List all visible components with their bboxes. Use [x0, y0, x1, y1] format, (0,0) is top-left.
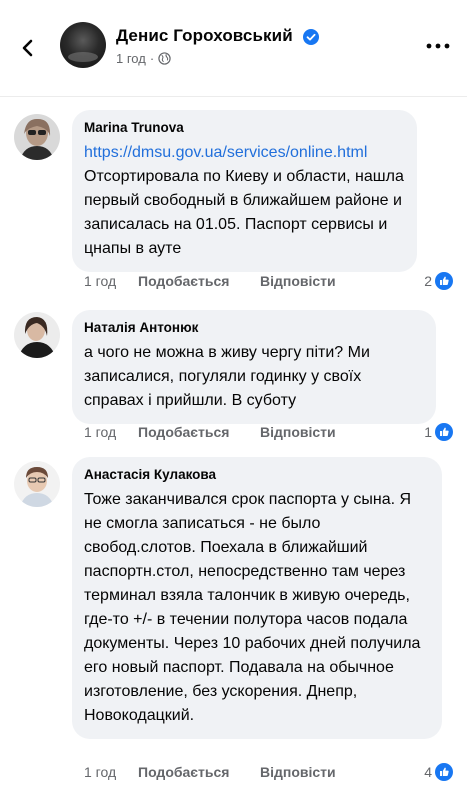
like-reaction-icon: [435, 763, 453, 781]
comment-text: Тоже заканчивался срок паспорта у сына. …: [84, 491, 421, 724]
reply-button[interactable]: Відповісти: [260, 764, 336, 780]
comment-actions: 1 год Подобається Відповісти: [84, 764, 336, 780]
avatar-image: [14, 312, 60, 358]
author-avatar[interactable]: [60, 22, 106, 68]
verified-badge-icon: [303, 29, 319, 45]
avatar-image: [14, 114, 60, 160]
meta-separator: ·: [149, 51, 155, 66]
reaction-count[interactable]: 1: [424, 423, 453, 441]
post-time[interactable]: 1 год: [116, 51, 146, 66]
comment-bubble: Marina Trunova https://dmsu.gov.ua/servi…: [72, 110, 417, 272]
comment-time[interactable]: 1 год: [84, 764, 138, 780]
reaction-count[interactable]: 2: [424, 272, 453, 290]
comment-author[interactable]: Наталія Антонюк: [84, 319, 423, 337]
reply-button[interactable]: Відповісти: [260, 424, 336, 440]
author-name[interactable]: Денис Гороховський: [116, 26, 293, 46]
comment-text: Отсортировала по Киеву и области, нашла …: [84, 168, 404, 257]
reaction-number: 4: [424, 764, 432, 780]
comment-actions: 1 год Подобається Відповісти: [84, 424, 336, 440]
post-meta: 1 год ·: [116, 51, 171, 66]
reaction-number: 2: [424, 273, 432, 289]
like-button[interactable]: Подобається: [138, 764, 260, 780]
commenter-avatar[interactable]: [14, 114, 60, 160]
header-divider: [0, 96, 467, 97]
like-reaction-icon: [435, 272, 453, 290]
comment-author[interactable]: Marina Trunova: [84, 119, 404, 137]
comment-actions: 1 год Подобається Відповісти: [84, 273, 336, 289]
comment-time[interactable]: 1 год: [84, 273, 138, 289]
like-button[interactable]: Подобається: [138, 424, 260, 440]
more-options-icon: [426, 43, 450, 49]
avatar-image: [14, 461, 60, 507]
comment-text: а чого не можна в живу чергу піти? Ми за…: [84, 344, 370, 409]
comment-time[interactable]: 1 год: [84, 424, 138, 440]
reply-button[interactable]: Відповісти: [260, 273, 336, 289]
like-button[interactable]: Подобається: [138, 273, 260, 289]
reaction-count[interactable]: 4: [424, 763, 453, 781]
comment-link[interactable]: https://dmsu.gov.ua/services/online.html: [84, 141, 404, 165]
commenter-avatar[interactable]: [14, 312, 60, 358]
back-button[interactable]: [10, 30, 46, 66]
reaction-number: 1: [424, 424, 432, 440]
comment-bubble: Анастасія Кулакова Тоже заканчивался сро…: [72, 457, 442, 739]
commenter-avatar[interactable]: [14, 461, 60, 507]
post-header: Денис Гороховський 1 год ·: [0, 0, 467, 96]
back-arrow-icon: [22, 39, 33, 57]
globe-icon: [158, 52, 171, 65]
like-reaction-icon: [435, 423, 453, 441]
comment-author[interactable]: Анастасія Кулакова: [84, 466, 429, 484]
more-options-button[interactable]: [420, 34, 456, 58]
comment-bubble: Наталія Антонюк а чого не можна в живу ч…: [72, 310, 436, 424]
